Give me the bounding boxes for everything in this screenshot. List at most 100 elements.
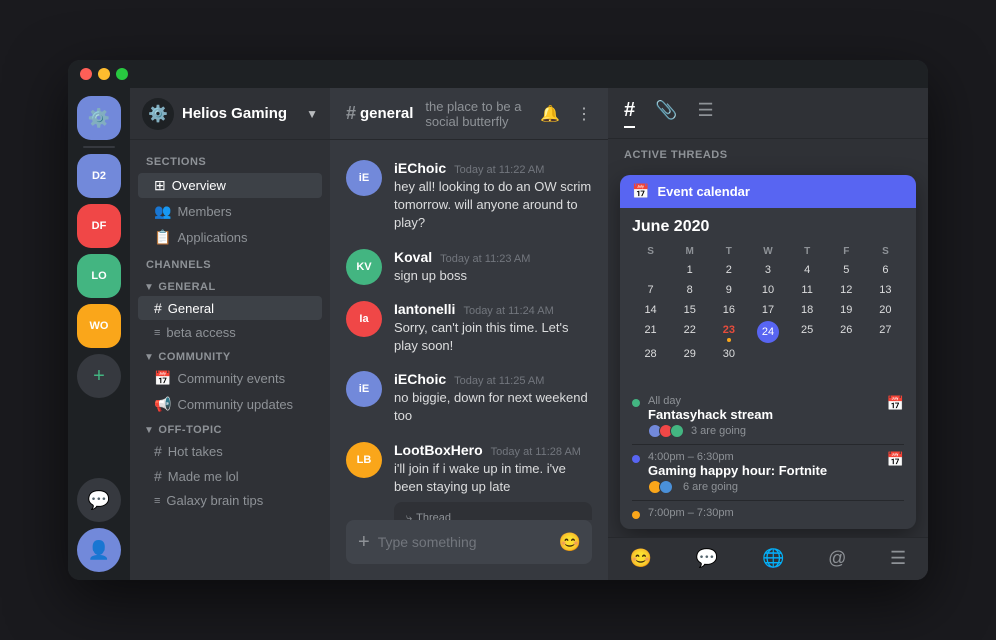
message-group-5: LB LootBoxHero Today at 11:28 AM i'll jo… <box>346 438 592 521</box>
cal-day-21[interactable]: 21 <box>632 321 669 343</box>
cal-day-4[interactable]: 4 <box>789 261 826 279</box>
calendar-header: 📅 Event calendar <box>620 175 916 208</box>
message-content-2: Koval Today at 11:23 AM sign up boss <box>394 249 592 285</box>
avatar-koval: KV <box>346 249 382 285</box>
cal-day-11[interactable]: 11 <box>789 281 826 299</box>
event-cal-icon-1: 📅 <box>887 395 904 412</box>
cal-day-17[interactable]: 17 <box>749 301 786 319</box>
close-button[interactable] <box>80 68 92 80</box>
maximize-button[interactable] <box>116 68 128 80</box>
channel-description: the place to be a social butterfly <box>425 99 540 129</box>
more-options-icon[interactable]: ⋮ <box>576 104 592 124</box>
message-time-4: Today at 11:25 AM <box>454 375 544 387</box>
channel-general[interactable]: # General <box>138 296 322 320</box>
channel-galaxy-brain-label: Galaxy brain tips <box>166 493 314 508</box>
cal-day-18[interactable]: 18 <box>789 301 826 319</box>
rp-chat-icon[interactable]: 💬 <box>696 548 718 569</box>
cal-day-6[interactable]: 6 <box>867 261 904 279</box>
thread-icon: ⤷ <box>406 512 412 520</box>
rp-mention-icon[interactable]: @ <box>828 548 846 569</box>
cal-day-2[interactable]: 2 <box>710 261 747 279</box>
channel-group-community[interactable]: ▼ Community <box>134 345 326 365</box>
cal-day-20[interactable]: 20 <box>867 301 904 319</box>
message-group-2: KV Koval Today at 11:23 AM sign up boss <box>346 245 592 289</box>
channel-beta-access[interactable]: ≡ beta access <box>138 321 322 344</box>
dm-icon[interactable]: 💬 <box>77 478 121 522</box>
cal-day-7[interactable]: 7 <box>632 281 669 299</box>
server-icon-d2[interactable]: D2 <box>77 154 121 198</box>
cal-day-13[interactable]: 13 <box>867 281 904 299</box>
server-header[interactable]: ⚙️ Helios Gaming ▼ <box>130 88 330 140</box>
cal-day-9[interactable]: 9 <box>710 281 747 299</box>
bell-icon[interactable]: 🔔 <box>540 104 560 124</box>
server-icon-df[interactable]: DF <box>77 204 121 248</box>
cal-day-15[interactable]: 15 <box>671 301 708 319</box>
message-text-2: sign up boss <box>394 267 592 285</box>
rp-emoji-icon[interactable]: 😊 <box>630 548 652 569</box>
user-avatar[interactable]: 👤 <box>77 528 121 572</box>
cal-day-14[interactable]: 14 <box>632 301 669 319</box>
message-author-4: iEChoic <box>394 371 446 387</box>
cal-day-24[interactable]: 24 <box>757 321 779 343</box>
message-time-2: Today at 11:23 AM <box>440 253 530 265</box>
cal-day-27[interactable]: 27 <box>867 321 904 343</box>
avatar-lootboxhero: LB <box>346 442 382 478</box>
events-channel-icon: 📅 <box>154 370 171 387</box>
cal-day-19[interactable]: 19 <box>828 301 865 319</box>
cal-day-1[interactable]: 1 <box>671 261 708 279</box>
cal-day-16[interactable]: 16 <box>710 301 747 319</box>
cal-day-25[interactable]: 25 <box>789 321 826 343</box>
event-3[interactable]: 7:00pm – 7:30pm <box>632 501 904 525</box>
cal-day-3[interactable]: 3 <box>749 261 786 279</box>
cal-day-empty1 <box>632 261 669 279</box>
rp-menu-icon[interactable]: ☰ <box>890 548 906 569</box>
cal-day-12[interactable]: 12 <box>828 281 865 299</box>
channel-galaxy-brain[interactable]: ≡ Galaxy brain tips <box>138 489 322 512</box>
sections-label: Sections <box>130 148 330 172</box>
message-author-5: LootBoxHero <box>394 442 483 458</box>
add-server-button[interactable]: + <box>77 354 121 398</box>
nav-overview[interactable]: ⊞ Overview <box>138 173 322 198</box>
cal-day-5[interactable]: 5 <box>828 261 865 279</box>
attach-button[interactable]: + <box>358 531 370 554</box>
cal-day-28[interactable]: 28 <box>632 345 669 363</box>
cal-day-e5 <box>867 345 904 363</box>
group-offtopic-label: Off-topic <box>158 424 222 436</box>
channel-community-updates[interactable]: 📢 Community updates <box>138 392 322 417</box>
message-header-4: iEChoic Today at 11:25 AM <box>394 371 592 387</box>
tab-attachments[interactable]: 📎 <box>655 100 677 127</box>
cal-day-10[interactable]: 10 <box>749 281 786 299</box>
message-group-1: iE iEChoic Today at 11:22 AM hey all! lo… <box>346 156 592 237</box>
calendar-month: June 2020 <box>632 218 904 236</box>
nav-members[interactable]: 👥 Members <box>138 199 322 224</box>
rp-globe-icon[interactable]: 🌐 <box>762 548 784 569</box>
cal-day-23[interactable]: 23 <box>710 321 747 343</box>
channel-community-events[interactable]: 📅 Community events <box>138 366 322 391</box>
channel-made-me-lol[interactable]: # Made me lol <box>138 464 322 488</box>
event-1[interactable]: All day Fantasyhack stream 3 are going <box>632 389 904 445</box>
chat-channel-name: # general <box>346 103 413 124</box>
event-time-2: 4:00pm – 6:30pm <box>648 451 879 463</box>
emoji-button[interactable]: 😊 <box>559 532 581 553</box>
server-icon-lo[interactable]: LO <box>77 254 121 298</box>
server-icon-wo[interactable]: WO <box>77 304 121 348</box>
applications-icon: 📋 <box>154 229 171 246</box>
nav-applications[interactable]: 📋 Applications <box>138 225 322 250</box>
minimize-button[interactable] <box>98 68 110 80</box>
cal-day-22[interactable]: 22 <box>671 321 708 343</box>
server-icon-helios[interactable]: ⚙️ <box>77 96 121 140</box>
cal-day-29[interactable]: 29 <box>671 345 708 363</box>
channel-group-offtopic[interactable]: ▼ Off-topic <box>134 418 326 438</box>
message-input[interactable] <box>378 534 559 550</box>
channel-hot-takes[interactable]: # Hot takes <box>138 439 322 463</box>
cal-day-26[interactable]: 26 <box>828 321 865 343</box>
event-2[interactable]: 4:00pm – 6:30pm Gaming happy hour: Fortn… <box>632 445 904 501</box>
cal-day-30[interactable]: 30 <box>710 345 747 363</box>
cal-day-8[interactable]: 8 <box>671 281 708 299</box>
tab-pinned[interactable]: ☰ <box>698 100 714 127</box>
tab-threads[interactable]: # <box>624 99 635 128</box>
collapse-offtopic-icon: ▼ <box>144 425 154 436</box>
cal-day-e3 <box>789 345 826 363</box>
message-header-1: iEChoic Today at 11:22 AM <box>394 160 592 176</box>
channel-group-general[interactable]: ▼ General <box>134 275 326 295</box>
